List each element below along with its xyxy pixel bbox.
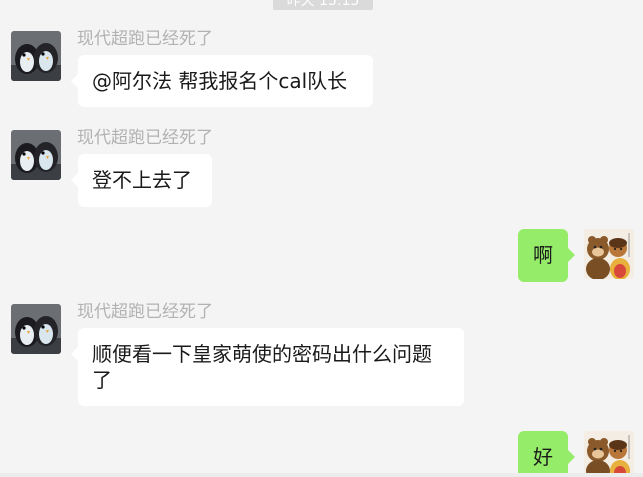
message-bubble-outgoing[interactable]: 啊 bbox=[518, 229, 575, 282]
sender-avatar[interactable] bbox=[11, 130, 61, 180]
cartoon-bear-avatar-icon bbox=[584, 229, 634, 279]
message-text: 好 bbox=[533, 445, 553, 469]
penguin-avatar-icon bbox=[11, 304, 61, 354]
sender-name: 现代超跑已经死了 bbox=[77, 302, 213, 322]
message-text: 登不上去了 bbox=[92, 168, 192, 192]
chat-window: 昨天 15:15 现代超跑已经死了 @阿尔法 帮我报名个cal队长 现代超跑已经… bbox=[0, 0, 643, 477]
message-bubble[interactable]: 顺便看一下皇家萌使的密码出什么问题了 bbox=[71, 328, 464, 406]
sender-avatar[interactable] bbox=[11, 31, 61, 81]
message-text: 啊 bbox=[533, 243, 553, 267]
own-avatar[interactable] bbox=[584, 229, 634, 279]
cartoon-bear-avatar-icon bbox=[584, 431, 634, 477]
penguin-avatar-icon bbox=[11, 31, 61, 81]
message-bubble[interactable]: 登不上去了 bbox=[71, 154, 212, 207]
divider bbox=[0, 473, 643, 477]
timestamp-badge: 昨天 15:15 bbox=[273, 0, 373, 10]
sender-avatar[interactable] bbox=[11, 304, 61, 354]
message-text: @阿尔法 帮我报名个cal队长 bbox=[92, 69, 348, 93]
message-bubble[interactable]: @阿尔法 帮我报名个cal队长 bbox=[71, 55, 373, 107]
own-avatar[interactable] bbox=[584, 431, 634, 477]
penguin-avatar-icon bbox=[11, 130, 61, 180]
message-text: 顺便看一下皇家萌使的密码出什么问题了 bbox=[92, 342, 432, 392]
message-bubble-outgoing[interactable]: 好 bbox=[518, 431, 575, 477]
sender-name: 现代超跑已经死了 bbox=[77, 29, 213, 49]
sender-name: 现代超跑已经死了 bbox=[77, 128, 213, 148]
